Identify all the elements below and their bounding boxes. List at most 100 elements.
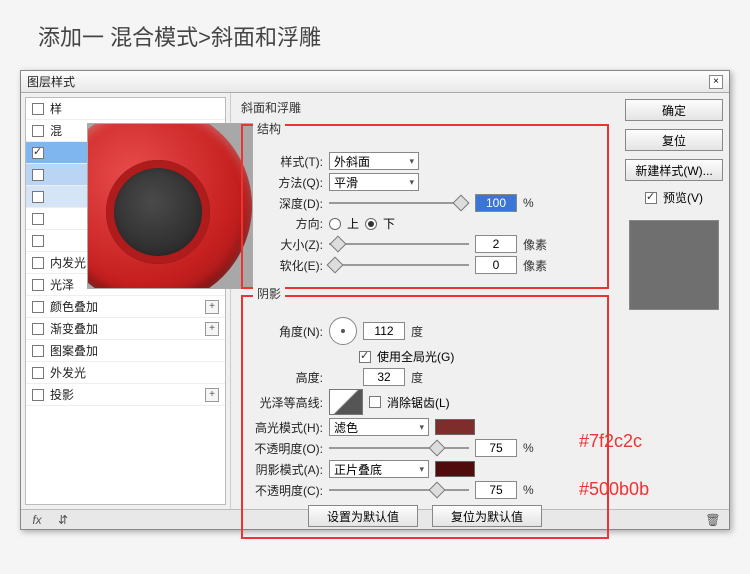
- method-value: 平滑: [334, 174, 358, 191]
- sidebar-item[interactable]: 外发光: [26, 362, 225, 384]
- antialias-checkbox[interactable]: [369, 396, 381, 408]
- ok-button[interactable]: 确定: [625, 99, 723, 121]
- highlight-color[interactable]: [435, 419, 475, 435]
- shadow-opacity-label: 不透明度(C):: [253, 482, 323, 499]
- effect-checkbox[interactable]: [32, 213, 44, 225]
- shading-group: 阴影 角度(N): 112 度 使用全局光(G) 高度: 32 度: [241, 295, 609, 539]
- cancel-button[interactable]: 复位: [625, 129, 723, 151]
- effect-checkbox[interactable]: [32, 147, 44, 159]
- angle-input[interactable]: 112: [363, 322, 405, 340]
- soften-slider[interactable]: [329, 258, 469, 272]
- size-slider[interactable]: [329, 237, 469, 251]
- effect-label: 渐变叠加: [50, 320, 98, 337]
- method-label: 方法(Q):: [253, 174, 323, 191]
- chevron-down-icon: ▾: [419, 464, 424, 475]
- highlight-opacity-unit: %: [523, 441, 534, 455]
- effect-checkbox[interactable]: [32, 103, 44, 115]
- sidebar-item[interactable]: 样: [26, 98, 225, 120]
- gloss-contour[interactable]: [329, 389, 363, 415]
- size-input[interactable]: 2: [475, 235, 517, 253]
- depth-slider[interactable]: [329, 196, 469, 210]
- depth-unit: %: [523, 196, 534, 210]
- depth-input[interactable]: 100: [475, 194, 517, 212]
- style-value: 外斜面: [334, 153, 370, 170]
- effect-label: 混: [50, 122, 62, 139]
- highlight-mode-select[interactable]: 滤色 ▾: [329, 418, 429, 436]
- structure-legend: 结构: [253, 120, 285, 137]
- effect-label: 颜色叠加: [50, 298, 98, 315]
- titlebar[interactable]: 图层样式 ×: [21, 71, 729, 93]
- shadow-opacity-input[interactable]: 75: [475, 481, 517, 499]
- gloss-label: 光泽等高线:: [253, 394, 323, 411]
- layer-style-dialog: 图层样式 × 样混 + + + 内发光光泽颜色叠加 +渐变叠加 +图案叠加外发光投影 + 斜面…: [20, 70, 730, 530]
- annotation-highlight-color: #7f2c2c: [579, 431, 642, 452]
- trash-icon[interactable]: 🗑: [705, 513, 721, 527]
- chevron-down-icon: ▾: [409, 156, 414, 167]
- close-icon[interactable]: ×: [709, 75, 723, 89]
- highlight-mode-label: 高光模式(H):: [253, 419, 323, 436]
- new-style-button[interactable]: 新建样式(W)...: [625, 159, 723, 181]
- style-label: 样式(T):: [253, 153, 323, 170]
- soften-label: 软化(E):: [253, 257, 323, 274]
- style-select[interactable]: 外斜面 ▾: [329, 152, 419, 170]
- shadow-opacity-slider[interactable]: [329, 483, 469, 497]
- sidebar-item[interactable]: 投影 +: [26, 384, 225, 406]
- dir-down-label: 下: [383, 215, 395, 232]
- dir-up-label: 上: [347, 215, 359, 232]
- preview-hole-shape: [106, 160, 210, 264]
- effect-checkbox[interactable]: [32, 345, 44, 357]
- highlight-opacity-slider[interactable]: [329, 441, 469, 455]
- angle-label: 角度(N):: [253, 323, 323, 340]
- global-light-label: 使用全局光(G): [377, 348, 454, 365]
- soften-input[interactable]: 0: [475, 256, 517, 274]
- panel-title: 斜面和浮雕: [241, 99, 609, 116]
- effect-checkbox[interactable]: [32, 235, 44, 247]
- shadow-opacity-unit: %: [523, 483, 534, 497]
- dir-up-radio[interactable]: [329, 218, 341, 230]
- arrows-icon[interactable]: ⇵: [55, 513, 71, 527]
- annotation-shadow-color: #500b0b: [579, 479, 649, 500]
- chevron-down-icon: ▾: [419, 422, 424, 433]
- preview-checkbox[interactable]: [645, 192, 657, 204]
- effect-checkbox[interactable]: [32, 301, 44, 313]
- shadow-color[interactable]: [435, 461, 475, 477]
- highlight-opacity-label: 不透明度(O):: [253, 440, 323, 457]
- effect-checkbox[interactable]: [32, 191, 44, 203]
- altitude-input[interactable]: 32: [363, 368, 405, 386]
- sidebar-item[interactable]: 颜色叠加 +: [26, 296, 225, 318]
- sidebar-item[interactable]: 渐变叠加 +: [26, 318, 225, 340]
- effects-sidebar: 样混 + + + 内发光光泽颜色叠加 +渐变叠加 +图案叠加外发光投影 +: [21, 93, 231, 509]
- effect-checkbox[interactable]: [32, 367, 44, 379]
- effect-checkbox[interactable]: [32, 279, 44, 291]
- effect-label: 样: [50, 100, 62, 117]
- highlight-opacity-input[interactable]: 75: [475, 439, 517, 457]
- effect-checkbox[interactable]: [32, 125, 44, 137]
- fx-icon[interactable]: fx: [29, 513, 45, 527]
- preview-thumb: [87, 123, 253, 289]
- effect-checkbox[interactable]: [32, 169, 44, 181]
- chevron-down-icon: ▾: [409, 177, 414, 188]
- effect-label: 内发光: [50, 254, 86, 271]
- method-select[interactable]: 平滑 ▾: [329, 173, 419, 191]
- highlight-mode-value: 滤色: [334, 419, 358, 436]
- shadow-mode-select[interactable]: 正片叠底▾: [329, 460, 429, 478]
- set-default-button[interactable]: 设置为默认值: [308, 505, 418, 527]
- plus-icon[interactable]: +: [205, 300, 219, 314]
- soften-unit: 像素: [523, 257, 547, 274]
- angle-dial[interactable]: [329, 317, 357, 345]
- effect-label: 投影: [50, 386, 74, 403]
- sidebar-item[interactable]: 图案叠加: [26, 340, 225, 362]
- depth-label: 深度(D):: [253, 195, 323, 212]
- dialog-title: 图层样式: [27, 73, 75, 90]
- dir-down-radio[interactable]: [365, 218, 377, 230]
- plus-icon[interactable]: +: [205, 322, 219, 336]
- antialias-label: 消除锯齿(L): [387, 394, 450, 411]
- size-label: 大小(Z):: [253, 236, 323, 253]
- effect-checkbox[interactable]: [32, 389, 44, 401]
- effect-label: 光泽: [50, 276, 74, 293]
- effect-checkbox[interactable]: [32, 323, 44, 335]
- plus-icon[interactable]: +: [205, 388, 219, 402]
- global-light-checkbox[interactable]: [359, 351, 371, 363]
- effect-checkbox[interactable]: [32, 257, 44, 269]
- reset-default-button[interactable]: 复位为默认值: [432, 505, 542, 527]
